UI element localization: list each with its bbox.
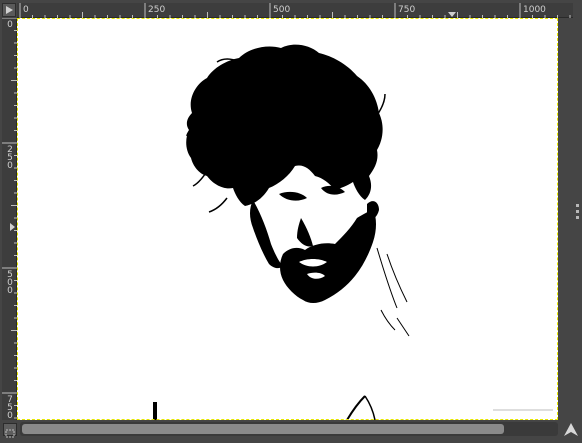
ruler-label: 750: [398, 5, 416, 15]
ruler-label: 1000: [523, 5, 546, 15]
quick-mask-icon[interactable]: [3, 423, 17, 438]
portrait-image: [17, 18, 558, 420]
ruler-label: 0: [23, 5, 29, 15]
ruler-label: 500: [7, 270, 13, 296]
navigate-icon[interactable]: [562, 421, 580, 438]
menu-arrow-icon[interactable]: [2, 3, 16, 17]
horizontal-ruler[interactable]: 0 250 500 750 1000: [17, 3, 573, 18]
horizontal-scroll-thumb[interactable]: [22, 424, 504, 434]
vertical-ruler[interactable]: 0 250 500 750: [2, 18, 17, 421]
ruler-label: 500: [273, 5, 291, 15]
image-window: 0 250 500 750 1000 0 250 500 750: [0, 0, 582, 439]
ruler-label: 0: [7, 20, 13, 30]
ruler-label: 750: [7, 395, 13, 421]
ruler-label: 250: [148, 5, 166, 15]
image-canvas[interactable]: [17, 18, 558, 420]
panel-grip-icon[interactable]: [576, 204, 580, 220]
ruler-label: 250: [7, 145, 13, 171]
